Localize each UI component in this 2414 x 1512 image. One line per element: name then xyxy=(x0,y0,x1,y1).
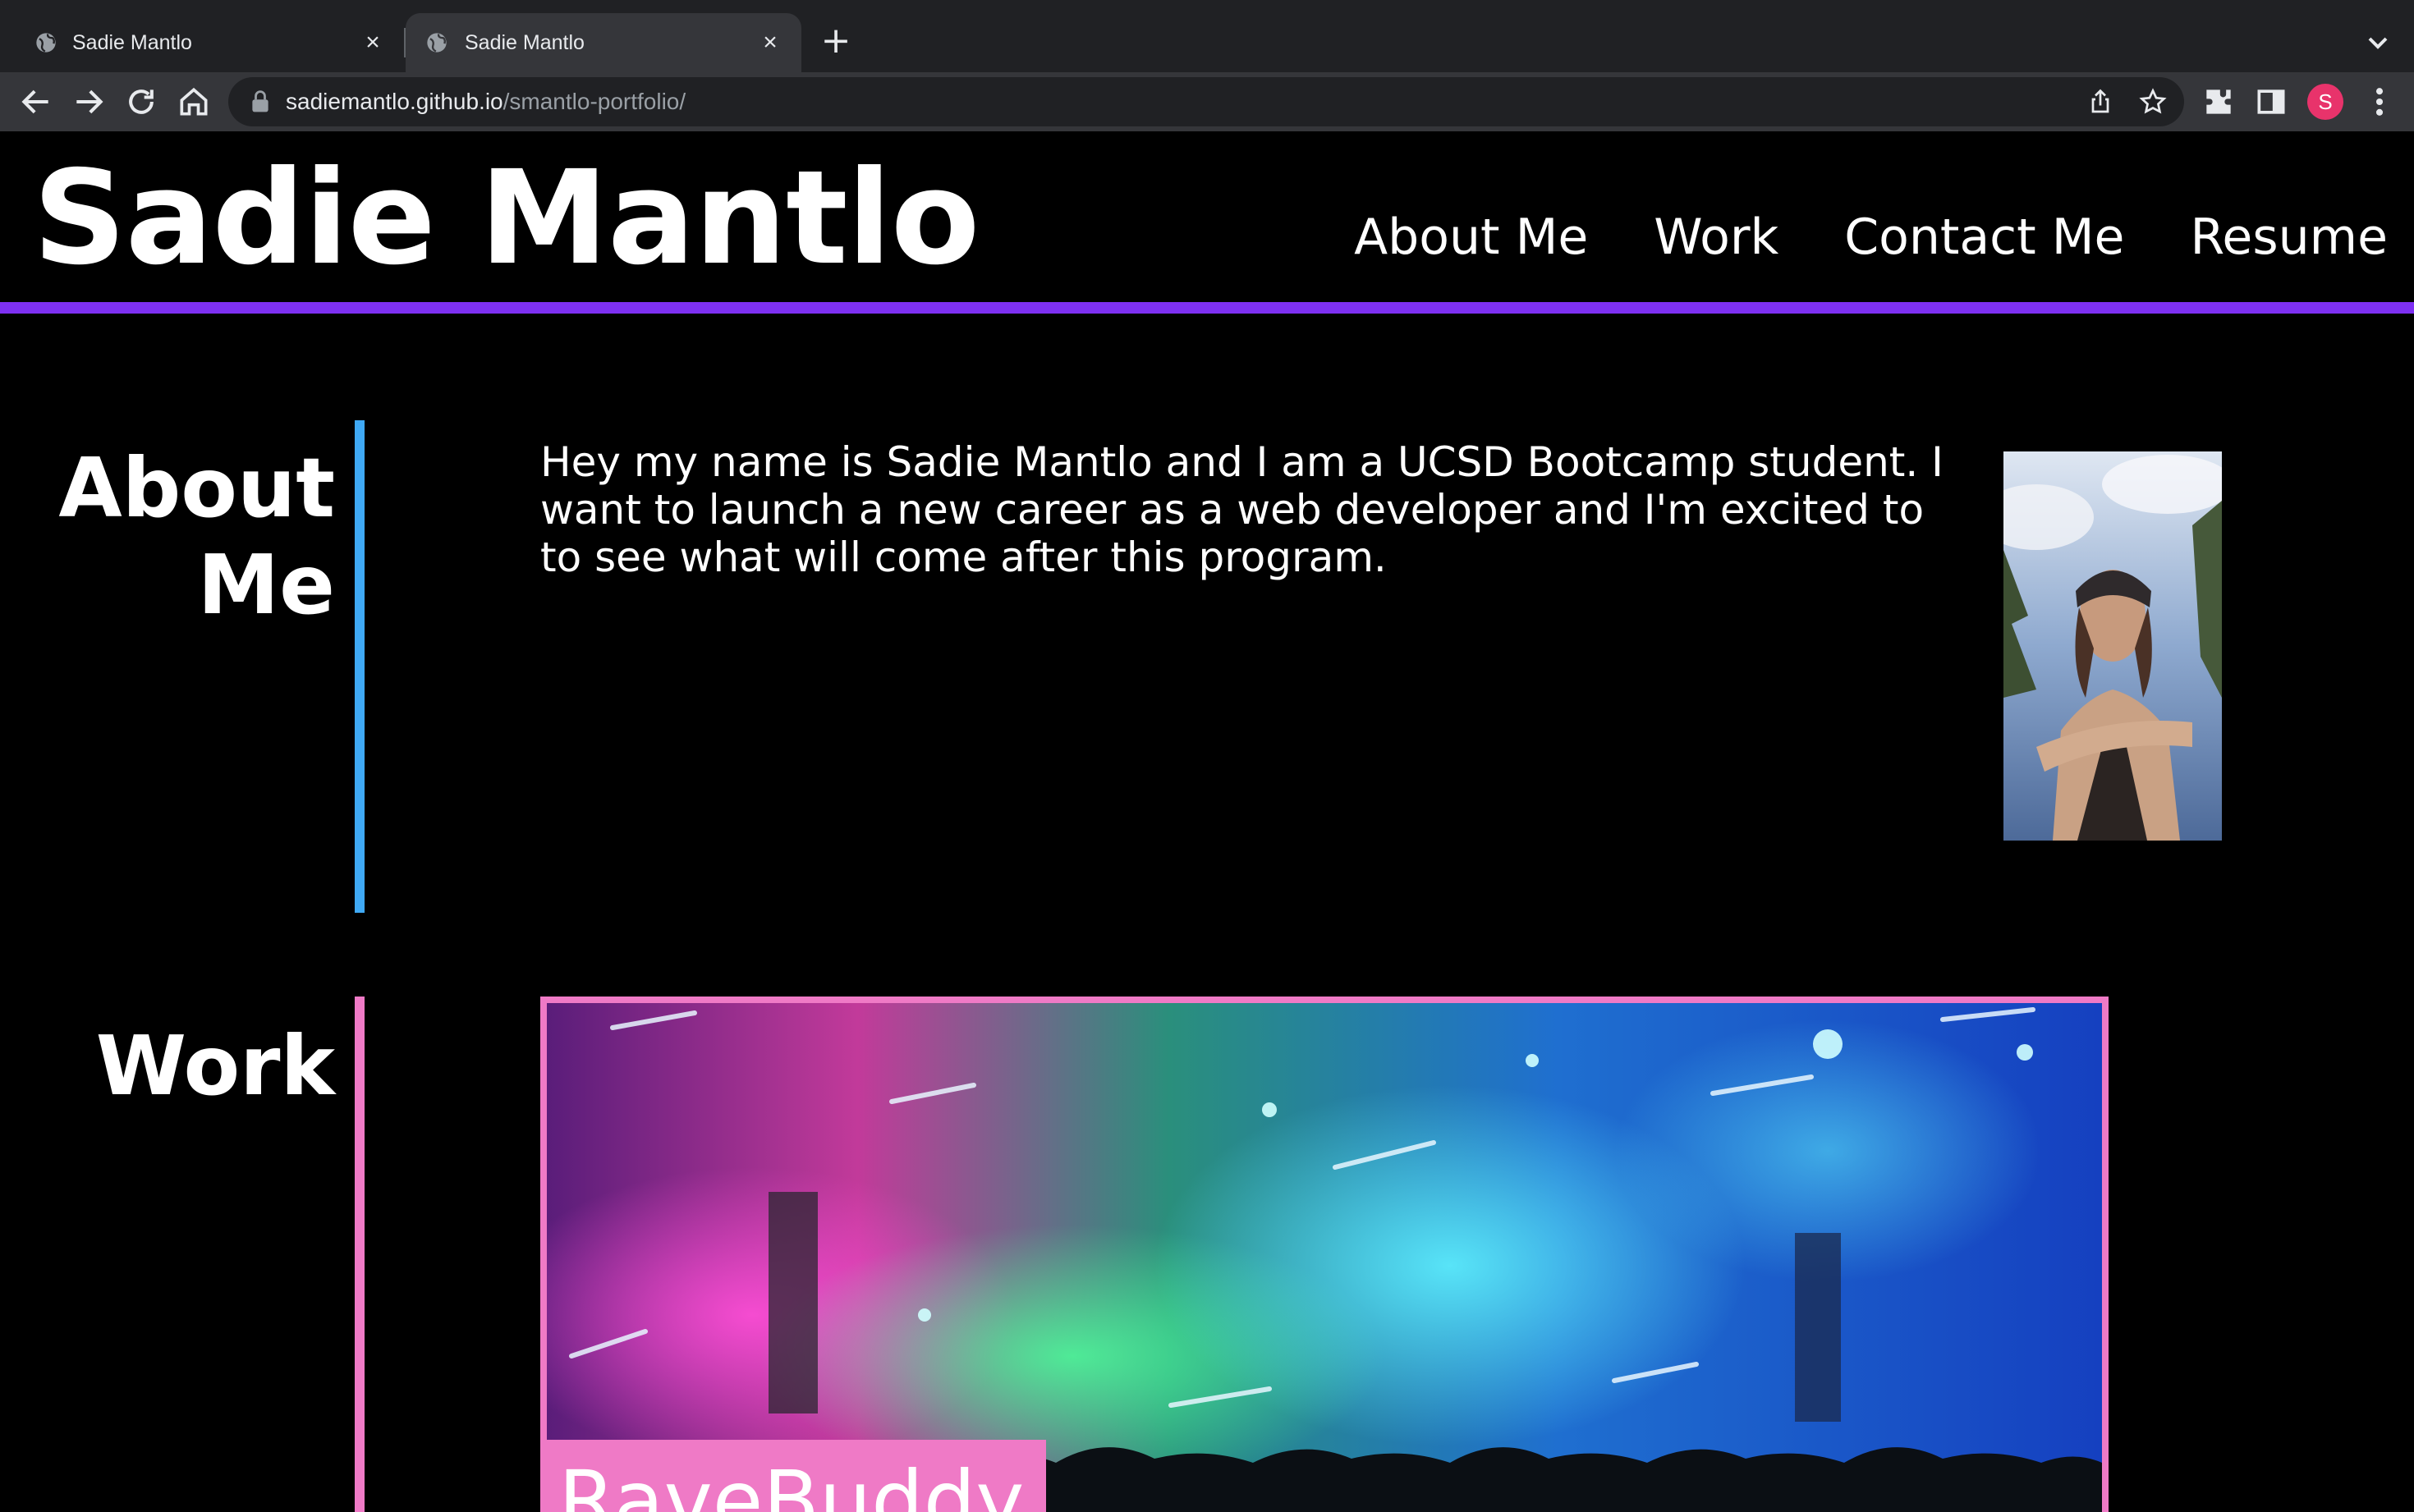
globe-icon xyxy=(36,33,56,53)
nav-link-work[interactable]: Work xyxy=(1654,208,1778,266)
globe-icon xyxy=(427,33,447,53)
project-title[interactable]: RaveBuddy xyxy=(547,1440,1046,1512)
nav-link-about-me[interactable]: About Me xyxy=(1354,208,1588,266)
work-accent-rule xyxy=(355,997,365,1512)
page-viewport: Sadie Mantlo About Me Work Contact Me Re… xyxy=(0,131,2414,1512)
about-me-text: Hey my name is Sadie Mantlo and I am a U… xyxy=(540,438,1944,581)
nav-link-resume[interactable]: Resume xyxy=(2190,208,2388,266)
home-icon[interactable] xyxy=(176,84,212,120)
bookmark-star-icon[interactable] xyxy=(2138,87,2168,117)
browser-tab-active[interactable]: Sadie Mantlo × xyxy=(406,13,801,72)
url-host: sadiemantlo.github.io xyxy=(286,89,503,114)
tab-strip: Sadie Mantlo × Sadie Mantlo × + xyxy=(0,0,2414,72)
url-text[interactable]: sadiemantlo.github.io/smantlo-portfolio/ xyxy=(286,89,686,115)
url-path: /smantlo-portfolio/ xyxy=(503,89,686,114)
forward-arrow-icon[interactable] xyxy=(71,84,107,120)
reload-icon[interactable] xyxy=(123,84,159,120)
address-bar[interactable]: sadiemantlo.github.io/smantlo-portfolio/ xyxy=(228,77,2184,126)
about-accent-rule xyxy=(355,420,365,913)
browser-toolbar: sadiemantlo.github.io/smantlo-portfolio/… xyxy=(0,72,2414,131)
browser-tab[interactable]: Sadie Mantlo × xyxy=(0,13,404,72)
work-heading: Work xyxy=(95,1018,335,1114)
chevron-down-icon[interactable] xyxy=(2360,26,2396,59)
share-icon[interactable] xyxy=(2086,87,2115,117)
more-options-icon[interactable] xyxy=(2365,84,2394,120)
tab-title: Sadie Mantlo xyxy=(465,31,585,54)
extensions-puzzle-icon[interactable] xyxy=(2201,84,2237,120)
tab-title: Sadie Mantlo xyxy=(72,31,192,54)
profile-avatar[interactable]: S xyxy=(2307,84,2343,120)
close-tab-icon[interactable]: × xyxy=(360,30,386,56)
project-image xyxy=(547,1003,2102,1512)
site-title: Sadie Mantlo xyxy=(33,143,980,294)
site-header: Sadie Mantlo About Me Work Contact Me Re… xyxy=(0,131,2414,302)
side-panel-icon[interactable] xyxy=(2253,84,2289,120)
back-arrow-icon[interactable] xyxy=(18,84,54,120)
header-divider xyxy=(0,302,2414,314)
project-card-ravebuddy[interactable]: RaveBuddy xyxy=(540,997,2109,1512)
close-tab-icon[interactable]: × xyxy=(757,30,783,56)
new-tab-button[interactable]: + xyxy=(818,23,854,61)
about-me-heading: About Me xyxy=(58,440,335,633)
site-nav: About Me Work Contact Me Resume xyxy=(1354,208,2388,266)
nav-link-contact-me[interactable]: Contact Me xyxy=(1844,208,2124,266)
lock-icon[interactable] xyxy=(251,90,269,113)
profile-photo xyxy=(2003,451,2222,841)
